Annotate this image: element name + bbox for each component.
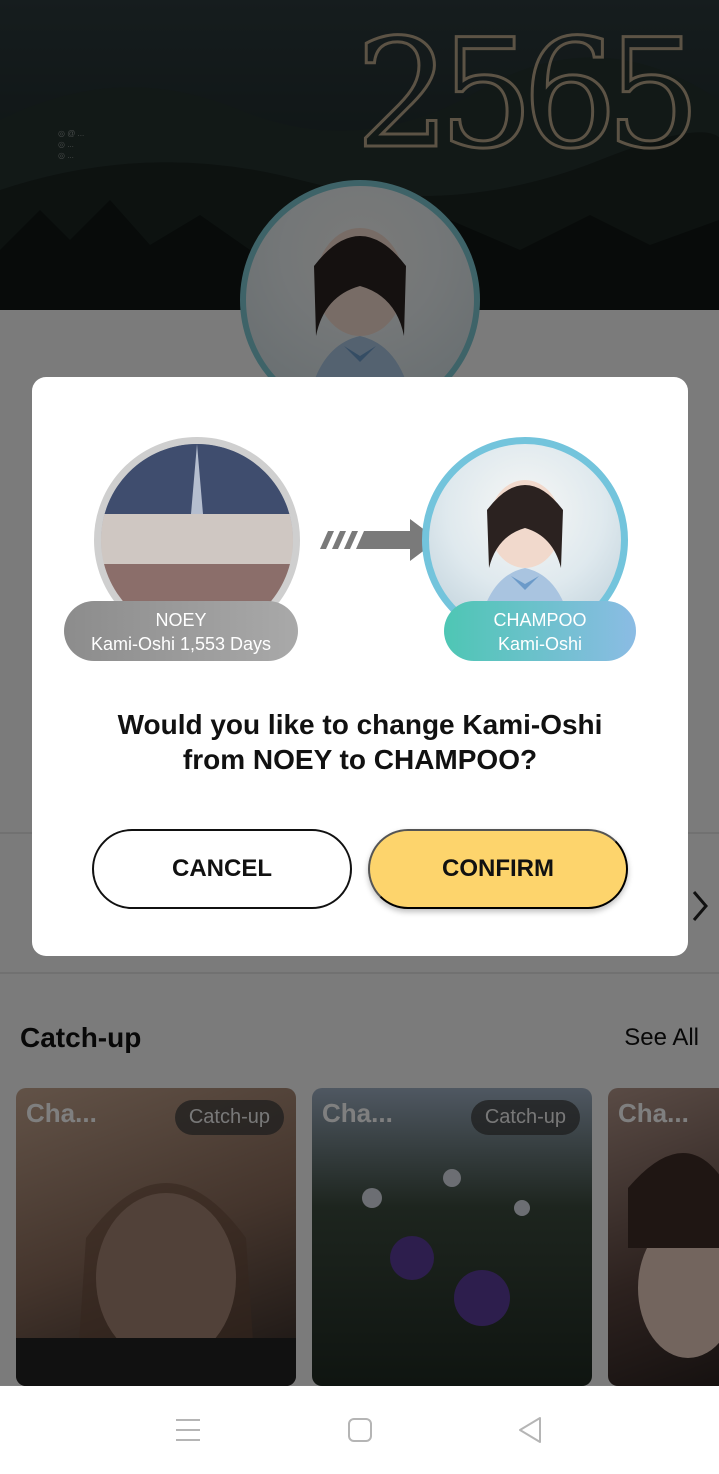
confirm-question: Would you like to change Kami-Oshi from … [117,709,603,775]
home-square-icon[interactable] [344,1414,376,1446]
new-oshi-name: CHAMPOO [493,610,587,630]
confirm-button[interactable]: CONFIRM [368,829,628,909]
current-oshi-name: NOEY [155,610,207,630]
current-oshi: NOEY Kami-Oshi 1,553 Days [64,437,314,661]
new-oshi: CHAMPOO Kami-Oshi [408,437,642,661]
new-oshi-label: CHAMPOO Kami-Oshi [444,601,636,661]
current-oshi-detail: Kami-Oshi 1,553 Days [90,634,272,654]
back-triangle-icon[interactable] [514,1414,546,1446]
change-oshi-dialog: NOEY Kami-Oshi 1,553 Days CHAMPOO Kami-O… [32,377,688,956]
menu-icon[interactable] [172,1414,204,1446]
system-nav-bar [0,1386,719,1474]
current-oshi-label: NOEY Kami-Oshi 1,553 Days [64,601,298,661]
new-oshi-detail: Kami-Oshi [497,634,582,654]
cancel-button[interactable]: CANCEL [92,829,352,909]
